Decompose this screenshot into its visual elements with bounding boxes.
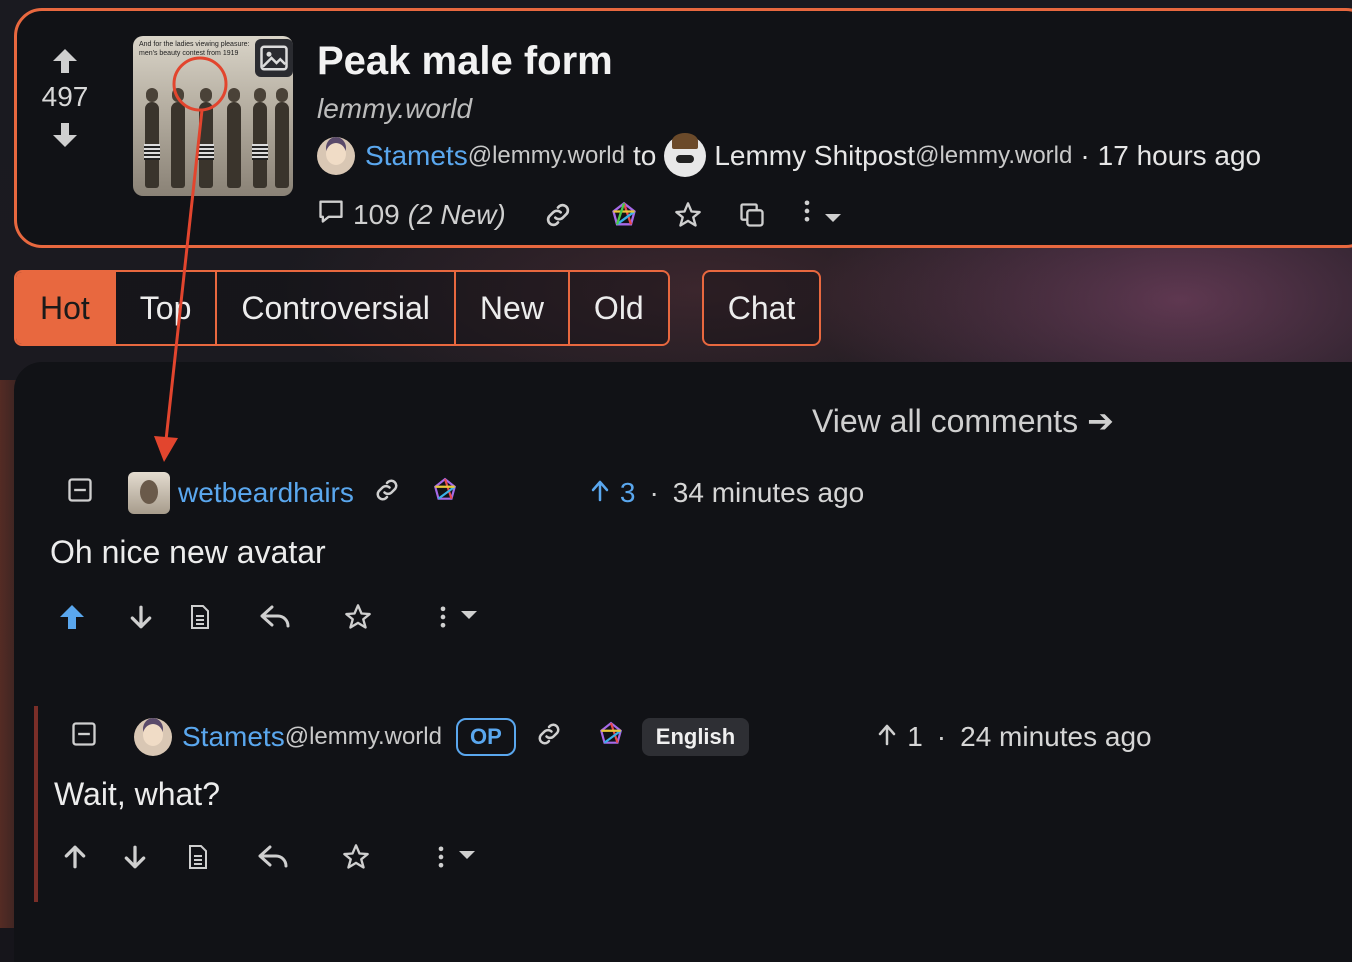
post-vote-column: 497 [37,45,93,151]
comment-actions [62,843,1152,871]
post-community[interactable]: Lemmy Shitpost [714,140,915,172]
tab-controversial[interactable]: Controversial [217,272,456,344]
reply-icon[interactable] [260,605,290,629]
source-icon[interactable] [186,844,210,870]
comment-body: Wait, what? [54,776,220,812]
comment-time: 34 minutes ago [672,477,865,508]
post-title[interactable]: Peak male form [317,39,613,84]
comment-time: 24 minutes ago [960,721,1152,752]
comment-author[interactable]: Stamets [182,721,285,753]
thumbnail-caption: And for the ladies viewing pleasure: men… [139,41,250,57]
upvote-icon[interactable] [62,844,88,870]
more-options[interactable] [802,197,842,232]
fediverse-icon[interactable] [432,477,458,510]
collapse-icon[interactable] [66,476,94,511]
comment-actions [56,601,864,633]
post-author-instance[interactable]: @lemmy.world [468,142,625,170]
link-icon[interactable] [534,719,564,756]
post-actions: 109 (2 New) [317,197,878,232]
thread-line[interactable] [34,706,38,902]
caret-down-icon [460,608,478,626]
more-options[interactable] [438,603,478,631]
comment-score: 1 [907,721,923,752]
post-byline: Stamets @lemmy.world to Lemmy Shitpost @… [317,133,1262,177]
chat-button[interactable]: Chat [701,270,822,346]
comment-body: Oh nice new avatar [50,534,326,570]
link-icon[interactable] [372,475,402,512]
tab-top[interactable]: Top [115,272,218,344]
author-avatar [317,137,355,175]
source-icon[interactable] [188,604,212,630]
comment-2: Stamets @lemmy.world OP English 1 · 24 m… [54,718,1152,871]
comments-new: (2 New) [407,198,506,230]
downvote-icon[interactable] [122,844,148,870]
byline-separator: · [1080,140,1090,171]
post-time: 17 hours ago [1097,140,1262,171]
sort-tab-group: Hot Top Controversial New Old [14,270,670,346]
link-icon[interactable] [542,199,574,231]
comments-panel: View all comments ➔ [14,362,1352,962]
view-all-comments-link[interactable]: View all comments ➔ [812,402,1114,440]
post-domain[interactable]: lemmy.world [317,93,472,125]
image-icon[interactable] [255,39,293,77]
caret-down-icon [458,848,476,866]
sort-tabs: Hot Top Controversial New Old Chat [14,270,822,346]
copy-icon[interactable] [738,201,766,229]
star-icon[interactable] [674,201,702,229]
comment-score-up-icon [590,477,610,509]
to-label: to [632,140,657,171]
fediverse-icon[interactable] [598,721,624,754]
comment-score-up-icon [877,721,897,753]
comment-author[interactable]: wetbeardhairs [178,477,354,509]
more-icon [802,197,812,232]
fediverse-icon[interactable] [610,201,638,229]
star-icon[interactable] [342,843,370,871]
comments-count: 109 [353,198,400,230]
comments-link[interactable]: 109 (2 New) [317,197,506,232]
language-badge: English [641,718,750,756]
tab-new[interactable]: New [455,272,570,344]
upvote-icon[interactable] [56,601,88,633]
op-badge: OP [455,718,516,756]
post-author[interactable]: Stamets [365,140,468,172]
reply-icon[interactable] [258,845,288,869]
comment-header: wetbeardhairs 3 · 34 minutes ago [66,472,864,514]
comment-header: Stamets @lemmy.world OP English 1 · 24 m… [70,718,1152,756]
comment-separator: · [649,477,659,508]
star-icon[interactable] [344,603,372,631]
downvote-icon[interactable] [37,119,93,151]
tab-hot[interactable]: Hot [16,272,116,344]
comment-author-instance[interactable]: @lemmy.world [285,723,442,751]
tab-old[interactable]: Old [569,272,668,344]
downvote-icon[interactable] [128,604,154,630]
community-icon [664,133,707,177]
comment-icon [317,197,345,232]
more-options[interactable] [436,843,476,871]
collapse-icon[interactable] [70,720,98,755]
commenter-avatar [134,718,172,756]
post-card: 497 And for the ladies viewing pleasure:… [14,8,1352,248]
commenter-avatar [128,472,170,514]
caret-down-icon [824,199,842,231]
upvote-icon[interactable] [37,45,93,77]
post-score: 497 [41,81,89,112]
post-community-instance[interactable]: @lemmy.world [915,142,1072,170]
comment-separator: · [936,721,947,752]
comment-1: wetbeardhairs 3 · 34 minutes ago Oh nice… [50,472,864,633]
comment-score: 3 [619,477,636,508]
